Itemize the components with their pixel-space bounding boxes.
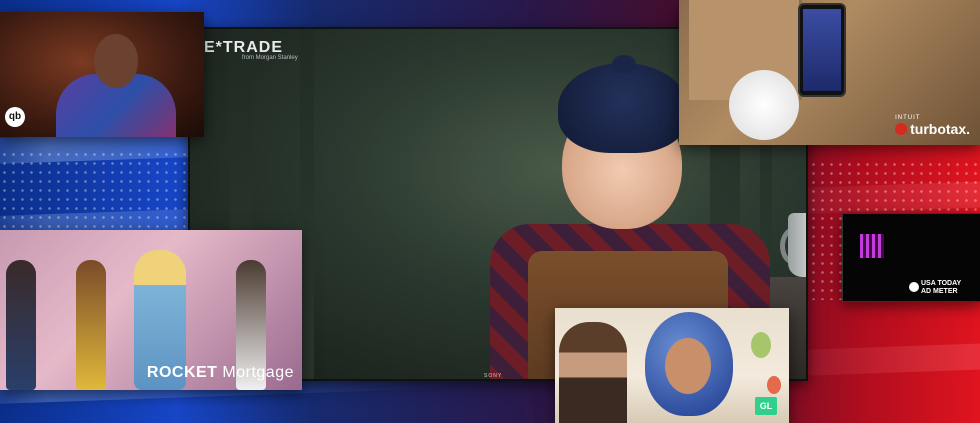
greenlight-ad-panel: GL	[555, 308, 789, 423]
greenlight-logo: GL	[755, 397, 777, 415]
tree-trunk	[300, 29, 314, 379]
checkmark-icon	[895, 123, 908, 135]
doll-figure	[6, 260, 36, 390]
qr-code-icon	[860, 234, 884, 258]
quickbooks-ad-panel: qb	[0, 12, 204, 137]
white-cat	[729, 70, 799, 140]
sippy-cup	[788, 213, 806, 277]
phone	[798, 3, 846, 97]
doll-figure	[76, 260, 106, 390]
rocket-mortgage-ad-panel: ROCKET Mortgage	[0, 230, 302, 390]
turbotax-ad-panel: INTUIT turbotax.	[679, 0, 980, 145]
hat-bobble	[612, 55, 636, 73]
usa-today-line1: USA TODAY	[921, 280, 962, 287]
hot-air-balloon	[751, 332, 771, 358]
rocket-wordmark: ROCKET	[146, 364, 218, 381]
turbotax-wordmark: turbotax.	[910, 121, 970, 137]
hot-air-balloon	[767, 376, 781, 394]
etrade-logo-sub: from Morgan Stanley	[242, 55, 298, 61]
mortgage-wordmark: Mortgage	[217, 364, 294, 381]
phone-screen	[803, 9, 841, 91]
tv-brand: SONY	[484, 373, 503, 379]
face-on-balloon	[665, 338, 711, 394]
usa-today-panel: USA TODAY AD METER	[842, 213, 980, 302]
turbotax-logo: INTUIT turbotax.	[895, 115, 970, 137]
person-head	[94, 34, 138, 88]
usa-today-dot-icon	[909, 282, 919, 292]
usa-today-logo: USA TODAY AD METER	[909, 280, 962, 296]
rocket-mortgage-logo: ROCKET Mortgage	[147, 364, 294, 382]
quickbooks-logo-icon: qb	[5, 107, 25, 127]
usa-today-line2: AD METER	[921, 288, 958, 295]
baby-hat	[558, 63, 688, 153]
aviator-man	[559, 322, 627, 423]
